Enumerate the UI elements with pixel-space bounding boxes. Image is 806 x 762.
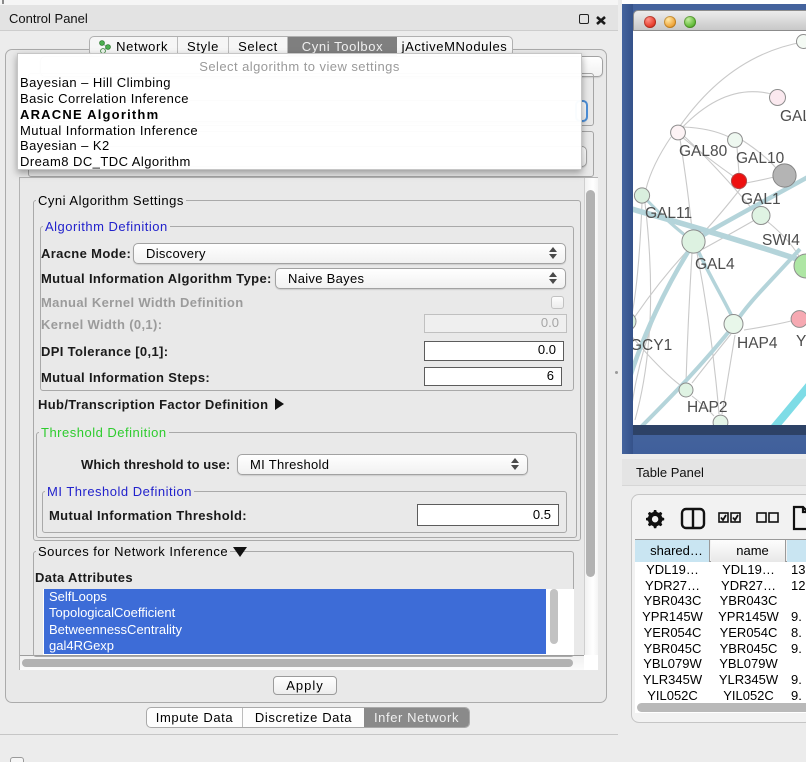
svg-text:SWI4: SWI4 — [762, 232, 800, 249]
svg-text:HAP2: HAP2 — [687, 399, 728, 416]
svg-text:GAL4: GAL4 — [695, 256, 735, 273]
svg-text:HAP4: HAP4 — [737, 335, 778, 352]
svg-text:GAL80: GAL80 — [679, 143, 728, 160]
svg-text:Y: Y — [796, 333, 806, 350]
svg-text:GCY1: GCY1 — [633, 337, 672, 354]
svg-text:GAL1: GAL1 — [741, 191, 781, 208]
svg-text:GAL10: GAL10 — [736, 150, 785, 167]
svg-text:GAL: GAL — [780, 108, 806, 125]
svg-text:GAL11: GAL11 — [645, 205, 692, 222]
